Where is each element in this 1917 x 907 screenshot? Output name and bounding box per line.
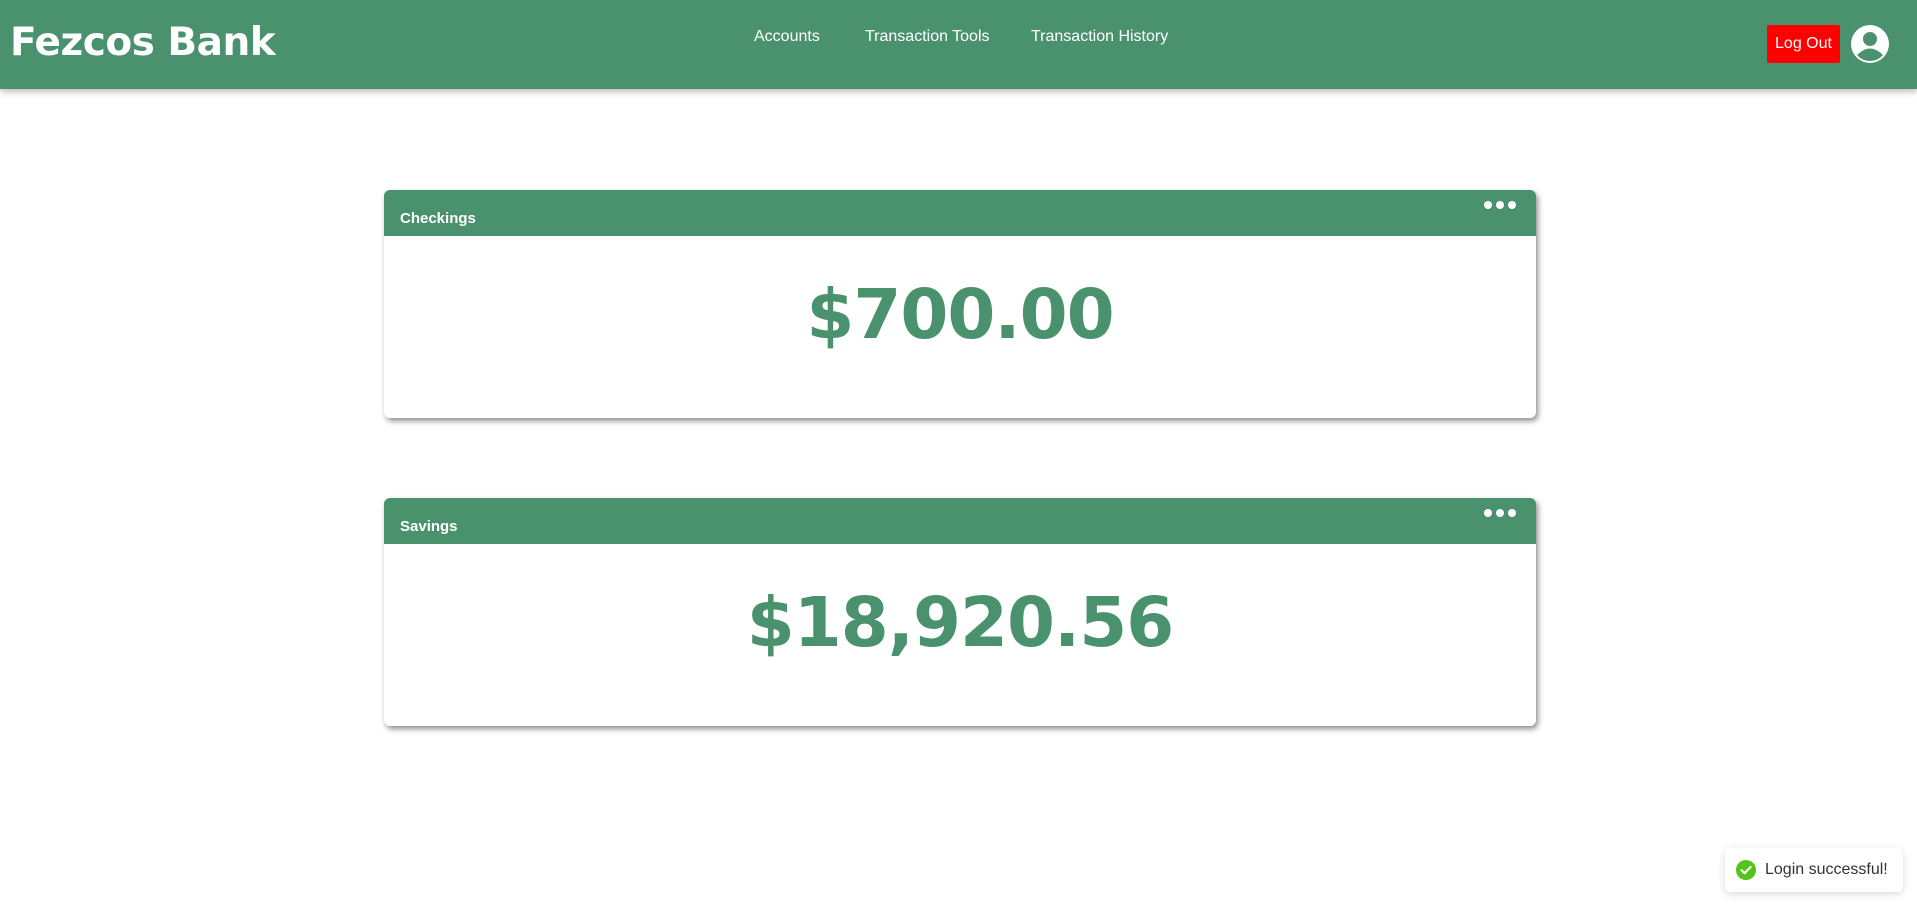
card-header: Checkings	[384, 190, 1536, 236]
account-name: Savings	[400, 518, 458, 535]
check-circle-icon	[1736, 860, 1756, 880]
nav-transaction-tools[interactable]: Transaction Tools	[865, 26, 990, 48]
ellipsis-icon[interactable]	[1483, 198, 1517, 212]
nav-accounts[interactable]: Accounts	[754, 26, 820, 48]
account-card-checkings: Checkings $700.00	[384, 190, 1536, 418]
ellipsis-icon[interactable]	[1483, 506, 1517, 520]
login-toast: Login successful!	[1725, 848, 1903, 892]
toast-message: Login successful!	[1765, 861, 1888, 878]
account-balance: $18,920.56	[746, 583, 1175, 663]
account-card-savings: Savings $18,920.56	[384, 498, 1536, 726]
top-navbar: Fezcos Bank Accounts Transaction Tools T…	[0, 0, 1917, 89]
card-header: Savings	[384, 498, 1536, 544]
account-name: Checkings	[400, 210, 476, 227]
logout-button[interactable]: Log Out	[1767, 25, 1840, 63]
main-nav: Accounts Transaction Tools Transaction H…	[0, 26, 1917, 48]
user-avatar-icon[interactable]	[1850, 24, 1890, 64]
account-balance: $700.00	[806, 275, 1114, 355]
nav-transaction-history[interactable]: Transaction History	[1031, 26, 1168, 48]
